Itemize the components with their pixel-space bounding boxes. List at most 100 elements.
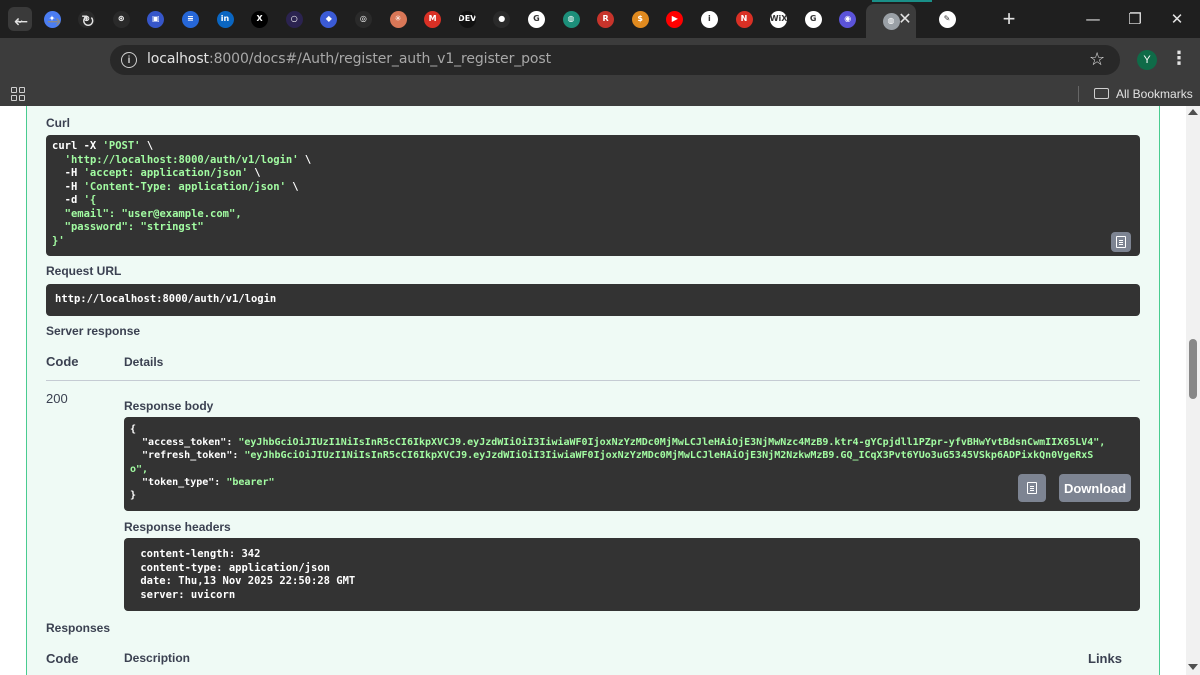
response-header-line: date: Thu,13 Nov 2025 22:50:28 GMT [134,575,362,587]
curl-code-block: curl -X 'POST' \ 'http://localhost:8000/… [46,135,1140,256]
browser-tab[interactable]: R [589,4,623,34]
curl-token: -H [52,180,84,193]
browser-tab[interactable]: X [243,4,277,34]
curl-line: -H 'Content-Type: application/json' \ [52,181,311,195]
browser-tab[interactable]: WiX [762,4,796,34]
json-value: "eyJhbGciOiJIUzI1NiIsInR5cCI6IkpXVCJ9.ey… [238,437,1106,449]
curl-line: -H 'accept: application/json' \ [52,167,311,181]
close-tab-button[interactable]: ✕ [895,9,915,29]
browser-tab[interactable]: i [692,4,726,34]
profile-avatar[interactable]: Y [1137,50,1157,70]
pencil-app-icon: ✎ [938,10,956,28]
restore-button[interactable]: ❐ [1124,8,1146,30]
copy-response-button[interactable] [1018,474,1046,502]
curl-token: curl -X [52,140,103,152]
new-tab-button[interactable]: + [998,8,1020,30]
browser-tab[interactable]: ⊛ [104,4,138,34]
apps-grid-icon[interactable] [11,87,25,101]
bookmark-star-icon[interactable]: ☆ [1089,49,1105,70]
info-app-icon: i [700,10,718,28]
site-info-icon[interactable]: i [121,52,137,68]
json-key: { [130,424,137,435]
response-body-line: "access_token": "eyJhbGciOiJIUzI1NiIsInR… [130,436,1138,449]
json-key: "refresh_token": [130,450,245,462]
response-headers-block: content-length: 342 content-type: applic… [124,538,1140,611]
all-bookmarks-link[interactable]: All Bookmarks [1116,87,1193,101]
github-icon: ● [493,10,511,28]
browser-tab[interactable]: ✳ [381,4,415,34]
active-tab-indicator [872,0,932,2]
browser-tab[interactable]: N [727,4,761,34]
response-body-block: { "access_token": "eyJhbGciOiJIUzI1NiIsI… [124,417,1140,511]
curl-line: "password": "stringst" [52,221,311,235]
browser-tab[interactable]: ▶ [658,4,692,34]
ring-app-icon: ◎ [354,10,372,28]
browser-tab[interactable]: ≡ [173,4,207,34]
code-column-header: Code [46,354,79,369]
forward-button[interactable]: → [43,11,65,33]
url-text[interactable]: localhost:8000/docs#/Auth/register_auth_… [147,51,551,67]
youtube-icon: ▶ [666,10,684,28]
curl-string: "email": "user@example.com", [52,207,242,220]
browser-tab[interactable]: G [796,4,830,34]
x-twitter-icon: X [251,10,269,28]
dev-icon: DEV [458,10,476,28]
browser-tab[interactable]: DEV [450,4,484,34]
google-icon: G [527,10,545,28]
browser-tab[interactable]: ◆ [312,4,346,34]
reload-icon: ↻ [80,12,96,32]
responses-code-header: Code [46,651,79,666]
browser-tab[interactable]: ◉ [831,4,865,34]
folder-icon[interactable] [1094,88,1109,99]
browser-tab[interactable]: ✎ [930,4,964,34]
curl-string: "password": "stringst" [52,221,204,233]
browser-tab[interactable]: ○ [277,4,311,34]
close-icon: ✕ [1170,10,1184,28]
curl-heading: Curl [46,116,70,130]
browser-tab[interactable]: in [208,4,242,34]
redux-icon: R [597,10,615,28]
curl-line: 'http://localhost:8000/auth/v1/login' \ [52,154,312,168]
responses-links-header: Links [1088,651,1122,666]
browser-tab[interactable]: M [416,4,450,34]
curl-token [52,154,65,166]
download-button[interactable]: Download [1059,474,1131,502]
json-value: "bearer" [226,476,275,488]
browser-tab[interactable]: ◍ [554,4,588,34]
curl-string: 'accept: application/json' [83,167,248,179]
menu-app-icon: ≡ [181,10,199,28]
browser-tab[interactable]: ◎ [346,4,380,34]
notion-like-icon: N [735,10,753,28]
reload-button[interactable]: ↻ [77,11,99,33]
globe-app-icon: ◍ [562,10,580,28]
close-window-button[interactable]: ✕ [1166,8,1188,30]
details-column-header: Details [124,355,164,369]
json-key: } [130,490,137,502]
minimize-button[interactable]: — [1082,8,1104,30]
bookmarks-separator [1078,86,1079,102]
curl-token: -d [52,194,84,206]
response-body-heading: Response body [124,399,214,413]
request-url-block: http://localhost:8000/auth/v1/login [46,284,1140,316]
browser-menu-icon[interactable]: ⋮ [1170,48,1188,69]
scrollbar-thumb[interactable] [1189,339,1197,399]
save-icon: ▣ [147,10,165,28]
response-status-code: 200 [46,391,68,406]
curl-token: -H [52,167,84,179]
vscode-icon: ◆ [320,10,338,28]
restore-icon: ❐ [1128,10,1142,28]
circle-app-icon: ○ [285,10,303,28]
wix-icon: WiX [770,10,788,28]
back-button[interactable]: ← [10,11,32,33]
response-headers-heading: Response headers [124,520,231,534]
scroll-up-arrow-icon[interactable] [1188,109,1198,115]
browser-tab[interactable]: ▣ [139,4,173,34]
curl-line: "email": "user@example.com", [52,208,311,222]
browser-tab[interactable]: ● [485,4,519,34]
copy-curl-button[interactable] [1111,232,1131,252]
browser-tab[interactable]: G [519,4,553,34]
scroll-down-arrow-icon[interactable] [1188,664,1198,670]
curl-token: \ [140,140,154,152]
response-body-line: "refresh_token": "eyJhbGciOiJIUzI1NiIsIn… [130,449,1138,462]
browser-tab[interactable]: $ [623,4,657,34]
